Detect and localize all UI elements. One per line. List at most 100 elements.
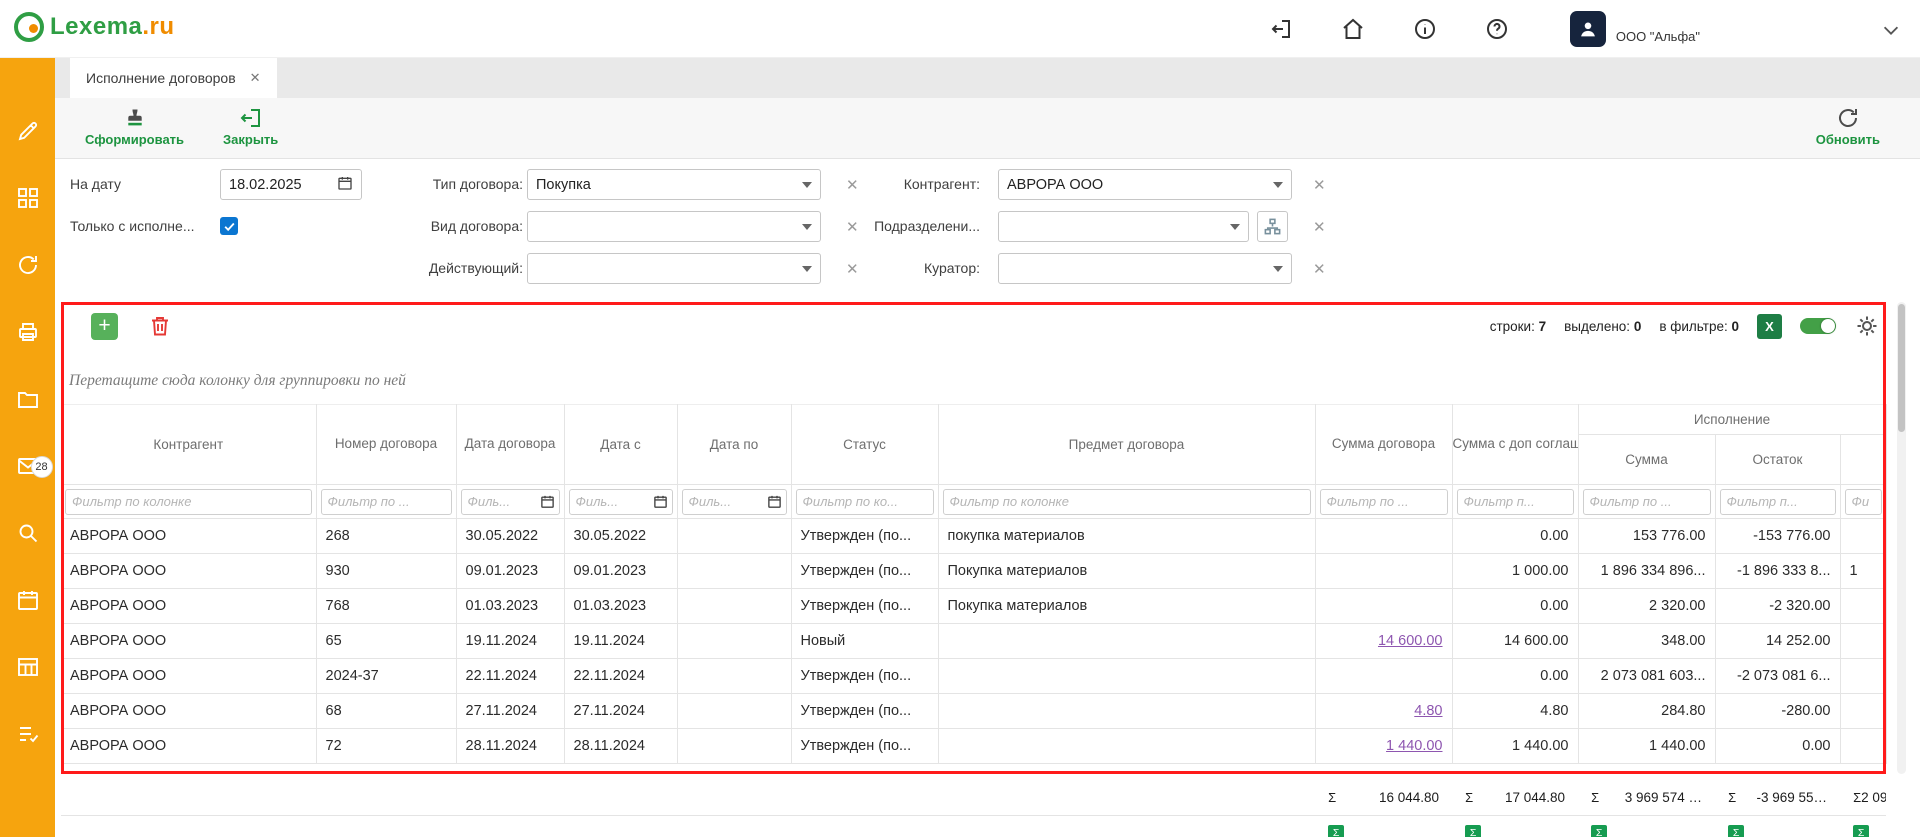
cell-number[interactable]: 268 bbox=[316, 519, 456, 554]
table-row[interactable]: АВРОРА ООО2024-3722.11.202422.11.2024Утв… bbox=[61, 659, 1886, 694]
cell-status[interactable]: Утвержден (по... bbox=[791, 589, 938, 624]
table-row[interactable]: АВРОРА ООО93009.01.202309.01.2023Утвержд… bbox=[61, 554, 1886, 589]
table-row[interactable]: АВРОРА ООО7228.11.202428.11.2024Утвержде… bbox=[61, 729, 1886, 764]
refresh-button[interactable]: Обновить bbox=[1816, 106, 1880, 147]
cell-exec_rest[interactable]: 0.00 bbox=[1715, 729, 1840, 764]
filter-date-from[interactable] bbox=[569, 489, 673, 515]
cell-extra[interactable]: 1 bbox=[1840, 554, 1886, 589]
chevron-down-icon[interactable] bbox=[1880, 19, 1902, 41]
column-header-date-from[interactable]: Дата с bbox=[564, 405, 677, 485]
cell-status[interactable]: Утвержден (по... bbox=[791, 729, 938, 764]
cell-subject[interactable]: покупка материалов bbox=[938, 519, 1315, 554]
cell-date_from[interactable]: 30.05.2022 bbox=[564, 519, 677, 554]
cell-subject[interactable] bbox=[938, 659, 1315, 694]
cell-amount_add[interactable]: 0.00 bbox=[1452, 659, 1578, 694]
add-row-button[interactable]: + bbox=[91, 313, 118, 340]
column-header-extra[interactable] bbox=[1840, 435, 1886, 485]
cell-amount_add[interactable]: 1 440.00 bbox=[1452, 729, 1578, 764]
column-header-contragent[interactable]: Контрагент bbox=[61, 405, 316, 485]
sigma-badge[interactable]: Σ bbox=[1328, 825, 1344, 837]
sigma-badge[interactable]: Σ bbox=[1465, 825, 1481, 837]
report-table-icon[interactable] bbox=[13, 652, 43, 682]
cell-date_to[interactable] bbox=[677, 729, 791, 764]
generate-button[interactable]: Сформировать bbox=[85, 106, 184, 147]
cell-exec_amount[interactable]: 348.00 bbox=[1578, 624, 1715, 659]
home-icon[interactable] bbox=[1340, 16, 1366, 42]
column-header-amount-add[interactable]: Сумма с доп соглашениями bbox=[1452, 405, 1578, 485]
column-header-date[interactable]: Дата договора bbox=[456, 405, 564, 485]
cell-date_to[interactable] bbox=[677, 659, 791, 694]
lexema-logo[interactable]: Lexema.ru bbox=[14, 12, 175, 42]
cell-extra[interactable] bbox=[1840, 519, 1886, 554]
column-header-date-to[interactable]: Дата по bbox=[677, 405, 791, 485]
cell-amount[interactable] bbox=[1315, 519, 1452, 554]
clear-curator-icon[interactable]: ✕ bbox=[1313, 260, 1326, 278]
cell-date_from[interactable]: 09.01.2023 bbox=[564, 554, 677, 589]
amount-link[interactable]: 1 440.00 bbox=[1386, 738, 1442, 754]
contract-kind-select[interactable] bbox=[527, 211, 821, 242]
cell-amount[interactable]: 4.80 bbox=[1315, 694, 1452, 729]
column-header-exec-rest[interactable]: Остаток bbox=[1715, 435, 1840, 485]
mail-icon[interactable]: 28 bbox=[13, 451, 43, 481]
cell-date_to[interactable] bbox=[677, 519, 791, 554]
column-header-number[interactable]: Номер договора bbox=[316, 405, 456, 485]
column-header-exec-amount[interactable]: Сумма bbox=[1578, 435, 1715, 485]
table-row[interactable]: АВРОРА ООО26830.05.202230.05.2022Утвержд… bbox=[61, 519, 1886, 554]
folder-icon[interactable] bbox=[13, 384, 43, 414]
cell-date_from[interactable]: 01.03.2023 bbox=[564, 589, 677, 624]
info-icon[interactable] bbox=[1412, 16, 1438, 42]
tab-close-icon[interactable]: ✕ bbox=[250, 70, 261, 86]
amount-link[interactable]: 14 600.00 bbox=[1378, 633, 1443, 649]
cell-amount_add[interactable]: 14 600.00 bbox=[1452, 624, 1578, 659]
print-icon[interactable] bbox=[13, 317, 43, 347]
filter-exec-amount[interactable] bbox=[1583, 489, 1711, 515]
cell-subject[interactable]: Покупка материалов bbox=[938, 589, 1315, 624]
cell-date[interactable]: 27.11.2024 bbox=[456, 694, 564, 729]
cell-extra[interactable] bbox=[1840, 729, 1886, 764]
cell-exec_rest[interactable]: -2 073 081 6... bbox=[1715, 659, 1840, 694]
table-row[interactable]: АВРОРА ООО6827.11.202427.11.2024Утвержде… bbox=[61, 694, 1886, 729]
help-icon[interactable] bbox=[1484, 16, 1510, 42]
cell-contragent[interactable]: АВРОРА ООО bbox=[61, 554, 316, 589]
cell-contragent[interactable]: АВРОРА ООО bbox=[61, 519, 316, 554]
cell-extra[interactable] bbox=[1840, 659, 1886, 694]
cell-contragent[interactable]: АВРОРА ООО bbox=[61, 694, 316, 729]
filter-subject[interactable] bbox=[943, 489, 1311, 515]
cell-date_to[interactable] bbox=[677, 589, 791, 624]
table-row[interactable]: АВРОРА ООО6519.11.202419.11.2024Новый14 … bbox=[61, 624, 1886, 659]
edit-icon[interactable] bbox=[13, 116, 43, 146]
cell-contragent[interactable]: АВРОРА ООО bbox=[61, 624, 316, 659]
curator-select[interactable] bbox=[998, 253, 1292, 284]
sigma-badge[interactable]: Σ bbox=[1728, 825, 1744, 837]
exit-icon[interactable] bbox=[1268, 16, 1294, 42]
contract-type-select[interactable]: Покупка bbox=[527, 169, 821, 200]
filter-amount[interactable] bbox=[1320, 489, 1448, 515]
filter-exec-rest[interactable] bbox=[1720, 489, 1836, 515]
amount-link[interactable]: 4.80 bbox=[1414, 703, 1442, 719]
cell-number[interactable]: 65 bbox=[316, 624, 456, 659]
filter-date[interactable] bbox=[461, 489, 560, 515]
column-header-subject[interactable]: Предмет договора bbox=[938, 405, 1315, 485]
cell-amount_add[interactable]: 0.00 bbox=[1452, 519, 1578, 554]
cell-amount_add[interactable]: 0.00 bbox=[1452, 589, 1578, 624]
column-header-status[interactable]: Статус bbox=[791, 405, 938, 485]
cell-date_to[interactable] bbox=[677, 624, 791, 659]
cell-date_to[interactable] bbox=[677, 694, 791, 729]
cell-amount_add[interactable]: 1 000.00 bbox=[1452, 554, 1578, 589]
cell-date_from[interactable]: 27.11.2024 bbox=[564, 694, 677, 729]
cell-extra[interactable] bbox=[1840, 694, 1886, 729]
user-avatar[interactable] bbox=[1570, 11, 1606, 47]
column-header-amount[interactable]: Сумма договора bbox=[1315, 405, 1452, 485]
cell-exec_rest[interactable]: -2 320.00 bbox=[1715, 589, 1840, 624]
filter-amount-add[interactable] bbox=[1457, 489, 1574, 515]
cell-date_from[interactable]: 28.11.2024 bbox=[564, 729, 677, 764]
cell-exec_rest[interactable]: -153 776.00 bbox=[1715, 519, 1840, 554]
filter-status[interactable] bbox=[796, 489, 934, 515]
cell-contragent[interactable]: АВРОРА ООО bbox=[61, 729, 316, 764]
vertical-scrollbar[interactable] bbox=[1897, 302, 1906, 774]
clear-contragent-icon[interactable]: ✕ bbox=[1313, 176, 1326, 194]
cell-amount_add[interactable]: 4.80 bbox=[1452, 694, 1578, 729]
scrollbar-thumb[interactable] bbox=[1898, 304, 1905, 432]
calendar-icon[interactable] bbox=[337, 175, 353, 195]
cell-date[interactable]: 30.05.2022 bbox=[456, 519, 564, 554]
